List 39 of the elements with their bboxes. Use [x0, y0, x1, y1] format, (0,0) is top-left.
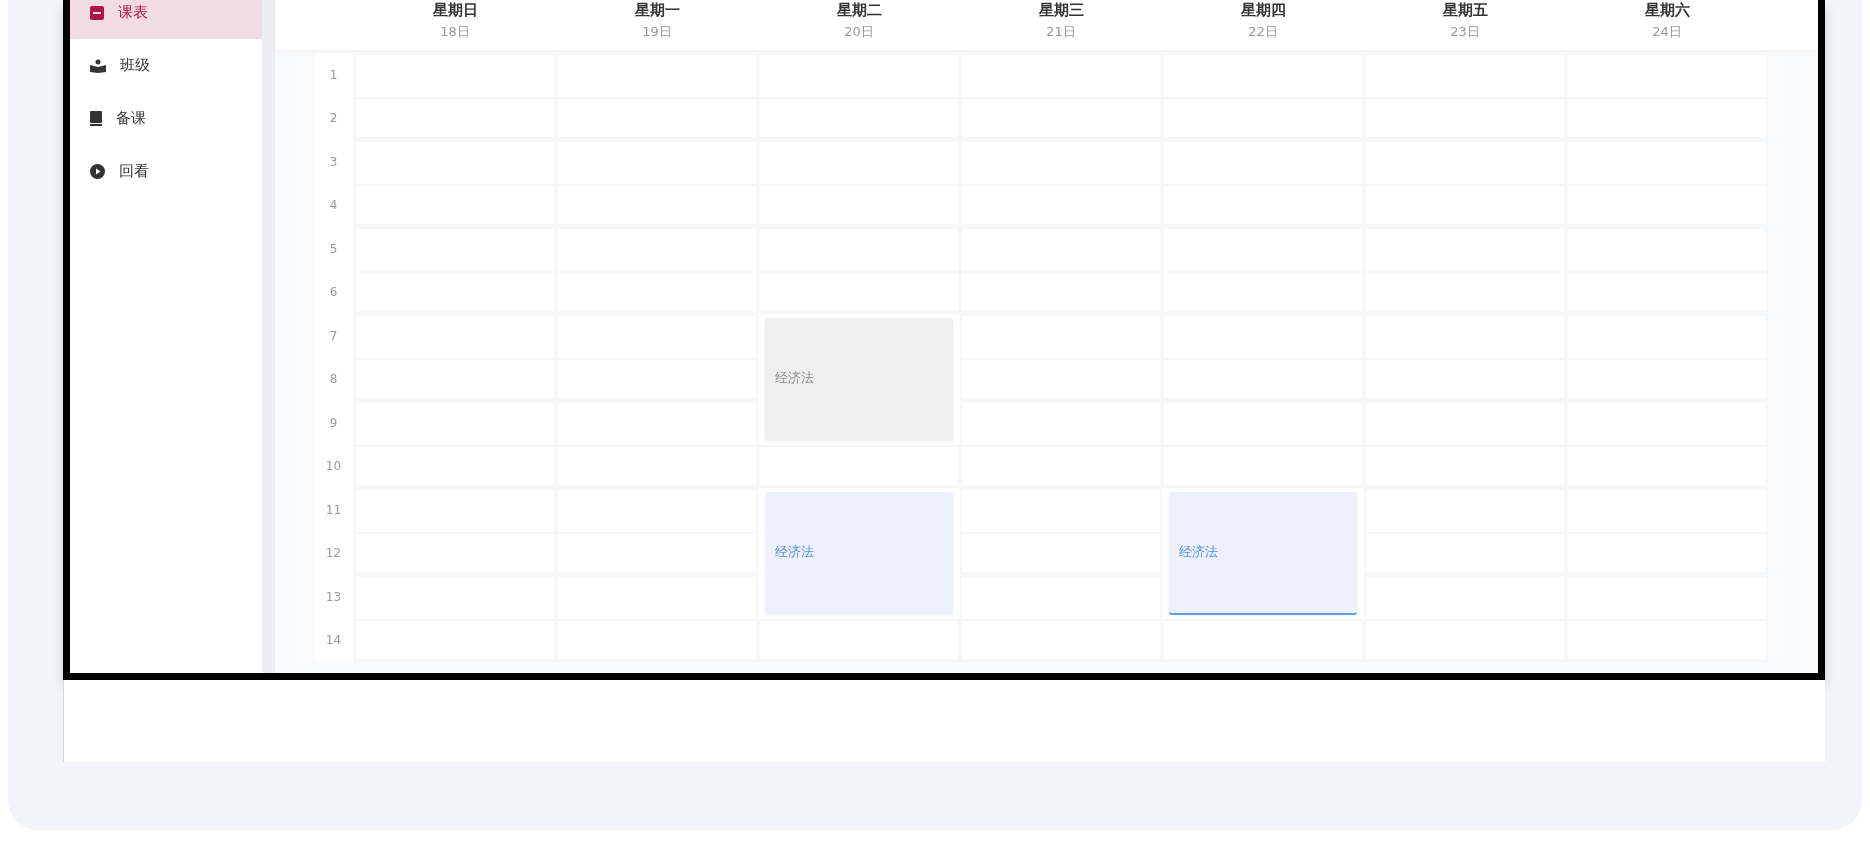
- period-number: 8: [328, 371, 339, 389]
- period-number: 12: [324, 545, 343, 563]
- course-event[interactable]: 经济法: [765, 492, 953, 615]
- course-event[interactable]: 经济法: [1169, 492, 1357, 615]
- book-icon: [90, 111, 102, 126]
- weekday-label: 星期二: [836, 0, 882, 20]
- date-label: 22日: [1248, 23, 1278, 41]
- sidebar-item[interactable]: 回看: [70, 145, 262, 198]
- period-number: 3: [328, 153, 339, 171]
- date-label: 23日: [1450, 23, 1480, 41]
- weekday-label: 星期五: [1442, 0, 1488, 20]
- period-number: 7: [328, 327, 339, 345]
- course-event[interactable]: 经济法: [765, 318, 953, 441]
- weekday-label: 星期一: [634, 0, 680, 20]
- period-number: 2: [328, 110, 339, 128]
- weekday-label: 星期四: [1240, 0, 1286, 20]
- sidebar-item[interactable]: 班级: [70, 39, 262, 92]
- period-number: 14: [324, 632, 343, 650]
- period-number: 11: [324, 501, 343, 519]
- date-label: 20日: [844, 23, 874, 41]
- weekday-label: 星期六: [1644, 0, 1690, 20]
- weekday-label: 星期日: [432, 0, 478, 20]
- period-number: 9: [328, 414, 339, 432]
- book-reader-icon: [90, 58, 106, 73]
- date-label: 21日: [1046, 23, 1076, 41]
- period-number: 4: [328, 197, 339, 215]
- sidebar-item[interactable]: 备课: [70, 92, 262, 145]
- weekday-label: 星期三: [1038, 0, 1084, 20]
- period-number: 5: [328, 240, 339, 258]
- period-number: 6: [328, 284, 339, 302]
- date-label: 24日: [1652, 23, 1682, 41]
- period-number: 1: [328, 66, 339, 84]
- period-number: 10: [324, 458, 343, 476]
- play-circle-icon: [90, 164, 105, 179]
- date-label: 19日: [642, 23, 672, 41]
- period-number: 13: [324, 588, 343, 606]
- sidebar-item[interactable]: 课表: [70, 0, 262, 39]
- calendar-icon: [90, 5, 104, 20]
- date-label: 18日: [440, 23, 470, 41]
